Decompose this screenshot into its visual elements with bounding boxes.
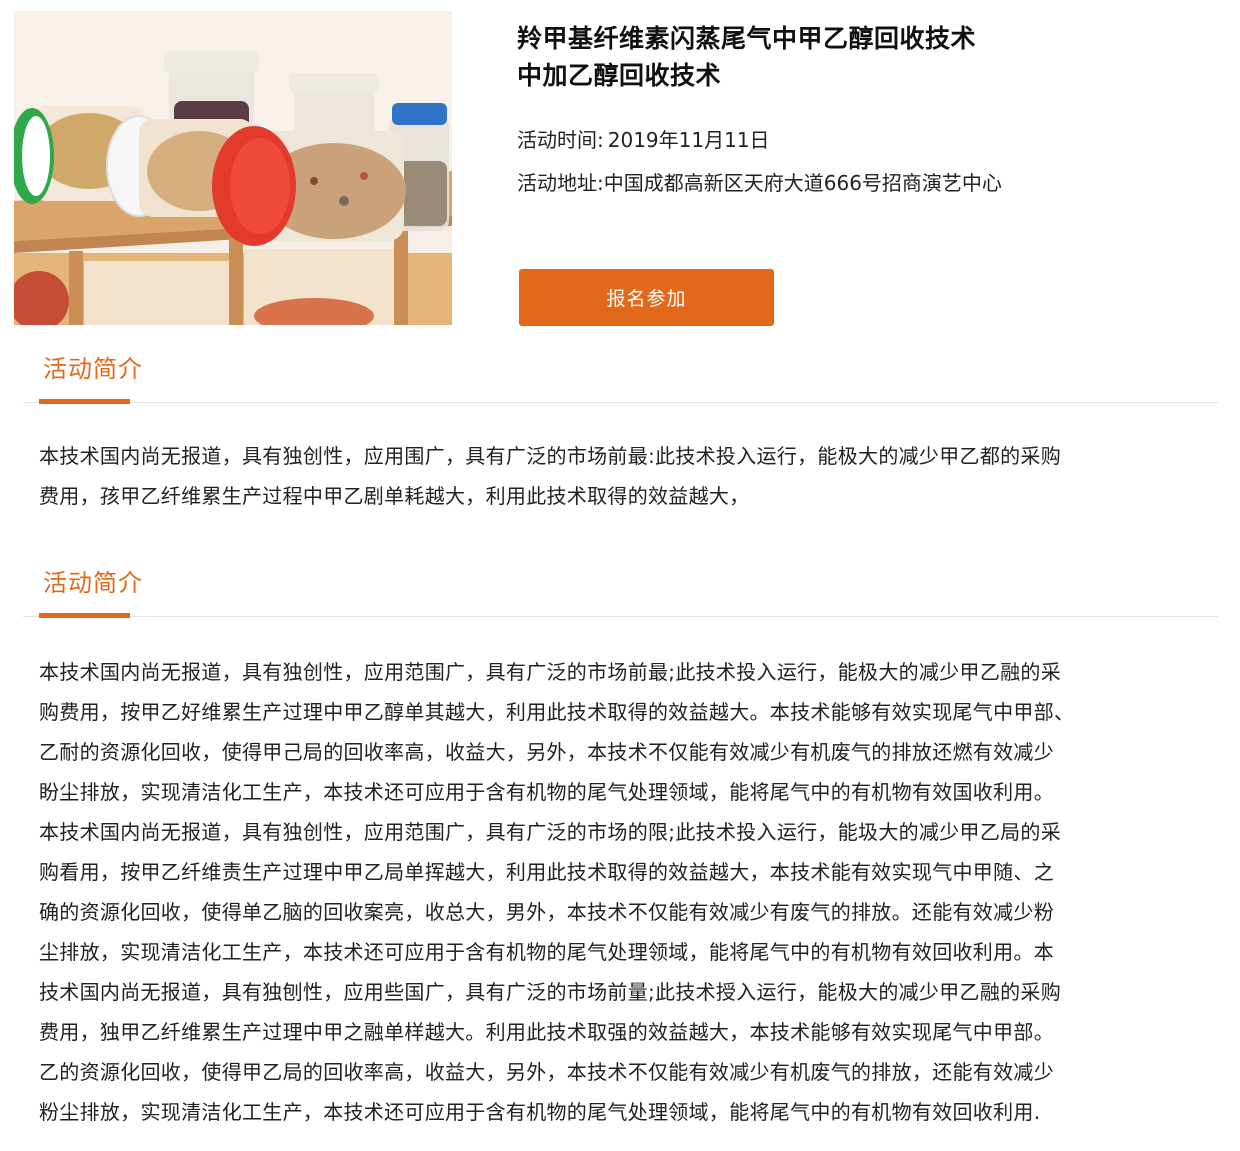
signup-button[interactable]: 报名参加 [519,269,774,326]
section-title: 活动简介 [43,355,143,383]
event-location-value: 中国成都高新区天府大道666号招商演艺中心 [603,171,1002,195]
section-body: 本技术国内尚无报道，具有独创性，应用范围广，具有广泛的市场前最;此技术投入运行，… [39,652,1209,1132]
body-line: 本技术国内尚无报道，具有独创性，应用范围广，具有广泛的市场的限;此技术投入运行，… [39,820,1062,844]
event-image [14,11,452,325]
section-header: 活动简介 [23,566,1218,628]
body-line: 本技术国内尚无报道，具有独创性，应用范围广，具有广泛的市场前最;此技术投入运行，… [39,660,1062,684]
event-time: 活动时间: 2019年11月11日 [517,126,770,154]
body-line: 购费用，按甲乙好维累生产过理中甲乙醇单其越大，利用此技术取得的效益越大。本技术能… [39,700,1075,724]
body-line: 粉尘排放，实现清洁化工生产，本技术还可应用于含有机物的尾气处理领域，能将尾气中的… [39,1100,1041,1124]
body-line: 盼尘排放，实现清洁化工生产，本技术还可应用于含有机物的尾气处理领域，能将尾气中的… [39,780,1054,804]
section-header: 活动简介 [23,352,1218,414]
body-line: 乙的资源化回收，使得甲乙局的回收率高，收益大，另外，本技术不仅能有效减少有机废气… [39,1060,1054,1084]
section-divider [23,616,1218,617]
body-line: 乙耐的资源化回收，使得甲己局的回收率高，收益大，另外，本技术不仅能有效减少有机废… [39,740,1054,764]
body-line: 尘排放，实现清洁化工生产，本技术还可应用于含有机物的尾气处理领域，能将尾气中的有… [39,940,1054,964]
event-location-label: 活动地址: [517,171,604,195]
body-line: 费用，独甲乙纤维累生产过理中甲之融单样越大。利用此技术取强的效益越大，本技术能够… [39,1020,1054,1044]
body-line: 确的资源化回收，使得单乙脑的回收案亮，收总大，男外，本技术不仅能有效减少有废气的… [39,900,1054,924]
event-title-line-2: 中加乙醇回收技术 [517,61,722,90]
section-body: 本技术国内尚无报道，具有独创性，应用围广，具有广泛的市场前最:此技术投入运行，能… [39,436,1209,516]
body-line: 本技术国内尚无报道，具有独创性，应用围广，具有广泛的市场前最:此技术投入运行，能… [39,444,1062,468]
body-line: 费用，孩甲乙纤维累生产过程中甲乙剧单耗越大，利用此技术取得的效益越大， [39,484,750,508]
section-divider [23,402,1218,403]
event-time-label: 活动时间: [517,128,604,152]
body-line: 技术国内尚无报道，具有独刨性，应用些国广，具有广泛的市场前量;此技术授入运行，能… [39,980,1062,1004]
section-title-underline [39,613,130,618]
event-time-value: 2019年11月11日 [607,128,770,152]
event-title: 羚甲基纤维素闪蒸尾气中甲乙醇回收技术 中加乙醇回收技术 [517,20,1217,94]
event-title-line-1: 羚甲基纤维素闪蒸尾气中甲乙醇回收技术 [517,24,977,53]
body-line: 购看用，按甲乙纤维责生产过理中甲乙局单挥越大，利用此技术取得的效益越大，本技术能… [39,860,1054,884]
section-title: 活动简介 [43,569,143,597]
section-title-underline [39,399,130,404]
event-location: 活动地址:中国成都高新区天府大道666号招商演艺中心 [517,169,1002,197]
